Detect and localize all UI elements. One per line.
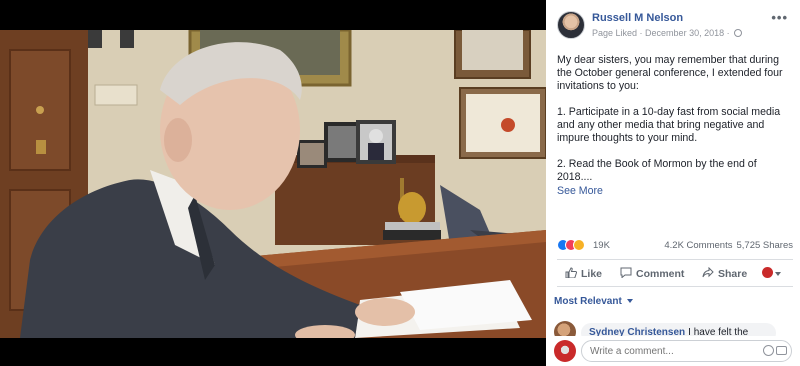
more-dots-icon[interactable]: ••• (771, 10, 788, 25)
post-meta: Page Liked · December 30, 2018 · (592, 28, 743, 38)
post-paragraph-3: 2. Read the Book of Mormon by the end of… (557, 158, 757, 184)
reaction-count[interactable]: 19K (593, 240, 610, 251)
photo-viewer (0, 0, 546, 366)
post-panel: Russell M Nelson Page Liked · December 3… (546, 0, 800, 366)
thumbs-up-icon (565, 267, 577, 278)
like-button[interactable]: Like (565, 267, 602, 280)
share-button[interactable]: Share (702, 267, 747, 280)
comment-label: Comment (636, 268, 685, 280)
share-label: Share (718, 268, 748, 280)
photo-illustration (0, 30, 546, 338)
current-user-avatar (554, 340, 576, 362)
post-paragraph-2: 1. Participate in a 10-day fast from soc… (557, 106, 781, 145)
comment-button[interactable]: Comment (620, 267, 684, 280)
see-more-link[interactable]: See More (557, 185, 793, 198)
camera-icon[interactable] (776, 346, 787, 355)
engagement-counts: 4.2K Comments 5,725 Shares (660, 240, 793, 251)
chevron-down-icon (775, 272, 781, 276)
wow-reaction-icon (573, 239, 585, 251)
page-liked-label: Page Liked (592, 28, 638, 38)
comment-icon (620, 267, 632, 278)
reactions-bar: 19K 4.2K Comments 5,725 Shares (557, 238, 793, 254)
post-paragraph-1: My dear sisters, you may remember that d… (557, 54, 783, 93)
globe-icon (734, 29, 743, 37)
post-as-selector[interactable] (762, 267, 781, 280)
action-bar: Like Comment Share (557, 259, 793, 287)
reaction-icons[interactable] (557, 239, 585, 251)
comment-input[interactable] (581, 340, 792, 362)
share-icon (702, 267, 714, 278)
emoji-icon[interactable] (763, 345, 774, 356)
author-name[interactable]: Russell M Nelson (592, 12, 683, 24)
meta-separator-2: · (724, 28, 733, 38)
like-label: Like (581, 268, 603, 280)
comment-count[interactable]: 4.2K Comments (664, 240, 732, 251)
post-header: Russell M Nelson Page Liked · December 3… (546, 0, 800, 48)
post-photo[interactable] (0, 30, 546, 338)
chevron-down-icon (626, 299, 633, 303)
comment-sort-dropdown[interactable]: Most Relevant (554, 296, 633, 307)
author-avatar[interactable] (557, 11, 585, 39)
comment-sort-label: Most Relevant (554, 296, 622, 307)
post-body: My dear sisters, you may remember that d… (557, 54, 793, 198)
write-comment-row (546, 336, 800, 366)
share-count[interactable]: 5,725 Shares (736, 240, 793, 251)
meta-separator: · (637, 28, 646, 38)
post-date[interactable]: December 30, 2018 (645, 28, 724, 38)
page-avatar-icon (762, 267, 773, 278)
